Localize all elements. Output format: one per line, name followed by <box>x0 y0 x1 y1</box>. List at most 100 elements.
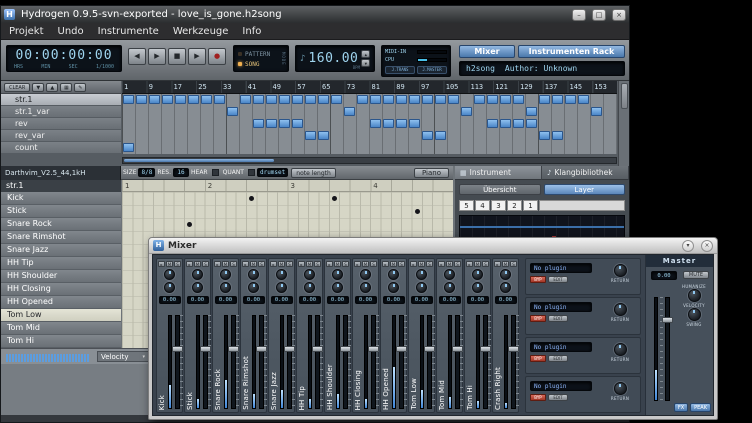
fx-name-display[interactable]: No plugin <box>530 263 592 273</box>
menu-undo[interactable]: Undo <box>58 26 84 37</box>
channel-fader-handle[interactable] <box>368 346 379 352</box>
solo-button[interactable]: S <box>314 261 321 267</box>
channel-fader-handle[interactable] <box>200 346 211 352</box>
pattern-list-item[interactable]: rev_var <box>1 130 121 142</box>
mute-button[interactable]: M <box>446 261 453 267</box>
maximize-icon[interactable]: □ <box>592 9 606 21</box>
master-fader-handle[interactable] <box>662 317 673 323</box>
pattern-down-icon[interactable]: ▼ <box>32 83 44 92</box>
pan-knob[interactable] <box>416 269 427 280</box>
solo-button[interactable]: S <box>202 261 209 267</box>
solo-button[interactable]: S <box>230 261 237 267</box>
song-pattern-cell[interactable] <box>123 143 134 152</box>
song-pattern-cell[interactable] <box>539 131 550 140</box>
song-pattern-cell[interactable] <box>253 119 264 128</box>
note-dot[interactable] <box>249 196 254 201</box>
song-grid[interactable] <box>122 94 617 154</box>
fx-return-knob[interactable] <box>614 303 627 316</box>
song-pattern-cell[interactable] <box>149 95 160 104</box>
master-mute-button[interactable]: MUTE <box>683 271 709 279</box>
channel-fader[interactable] <box>399 315 404 409</box>
velocity-bar[interactable] <box>57 354 59 362</box>
layer-cell[interactable]: 4 <box>475 200 490 211</box>
resolution-selector[interactable]: 16 <box>173 168 189 177</box>
bpm-up-icon[interactable]: ▲ <box>361 50 370 58</box>
song-pattern-cell[interactable] <box>370 95 381 104</box>
solo-button[interactable]: S <box>286 261 293 267</box>
velocity-bar[interactable] <box>36 354 38 362</box>
song-pattern-cell[interactable] <box>461 107 472 116</box>
fx-send-knob[interactable] <box>500 282 511 293</box>
layer-cell-empty[interactable] <box>539 200 625 211</box>
menu-projekt[interactable]: Projekt <box>9 26 44 37</box>
song-pattern-cell[interactable] <box>136 95 147 104</box>
mute-button[interactable]: M <box>194 261 201 267</box>
tab-instrument[interactable]: ▦ Instrument <box>455 166 542 180</box>
draw-mode-icon[interactable]: ✎ <box>74 83 86 92</box>
song-pattern-cell[interactable] <box>201 95 212 104</box>
song-pattern-cell[interactable] <box>383 95 394 104</box>
minimize-icon[interactable]: – <box>572 9 586 21</box>
instrument-row[interactable]: Tom Mid <box>1 322 121 335</box>
song-pattern-cell[interactable] <box>331 95 342 104</box>
velocity-bar[interactable] <box>9 354 11 362</box>
pan-knob[interactable] <box>220 269 231 280</box>
velocity-bar[interactable] <box>84 354 86 362</box>
velocity-bar[interactable] <box>24 354 26 362</box>
pan-knob[interactable] <box>444 269 455 280</box>
mute-button[interactable]: M <box>250 261 257 267</box>
mute-button[interactable]: M <box>278 261 285 267</box>
channel-fader-handle[interactable] <box>480 346 491 352</box>
master-fader[interactable] <box>665 297 670 401</box>
song-pattern-cell[interactable] <box>383 119 394 128</box>
song-pattern-cell[interactable] <box>552 95 563 104</box>
piano-toggle-button[interactable]: Piano <box>414 168 449 178</box>
song-pattern-cell[interactable] <box>539 95 550 104</box>
velocity-bar[interactable] <box>60 354 62 362</box>
channel-fader-handle[interactable] <box>424 346 435 352</box>
fx-send-knob[interactable] <box>388 282 399 293</box>
fx-return-knob[interactable] <box>614 343 627 356</box>
song-pattern-cell[interactable] <box>279 119 290 128</box>
pan-knob[interactable] <box>332 269 343 280</box>
forward-icon[interactable]: ▶ <box>188 48 206 65</box>
channel-fader[interactable] <box>455 315 460 409</box>
song-pattern-cell[interactable] <box>318 131 329 140</box>
scrollbar-handle[interactable] <box>124 159 274 162</box>
shade-icon[interactable]: ▾ <box>682 240 694 252</box>
song-pattern-cell[interactable] <box>318 95 329 104</box>
velocity-bar[interactable] <box>48 354 50 362</box>
play-sample-icon[interactable]: ▸ <box>382 261 389 267</box>
channel-fader[interactable] <box>175 315 180 409</box>
velocity-bar[interactable] <box>12 354 14 362</box>
close-icon[interactable]: × <box>612 9 626 21</box>
channel-fader[interactable] <box>483 315 488 409</box>
solo-button[interactable]: S <box>174 261 181 267</box>
play-sample-icon[interactable]: ▸ <box>270 261 277 267</box>
size-selector[interactable]: 8/8 <box>138 168 155 177</box>
channel-fader-handle[interactable] <box>284 346 295 352</box>
instrument-row[interactable]: Snare Rimshot <box>1 231 121 244</box>
song-pattern-cell[interactable] <box>409 95 420 104</box>
channel-fader[interactable] <box>203 315 208 409</box>
fx-bypass-button[interactable]: BYP <box>530 394 546 401</box>
channel-fader[interactable] <box>259 315 264 409</box>
pan-knob[interactable] <box>276 269 287 280</box>
song-pattern-cell[interactable] <box>513 119 524 128</box>
fx-send-knob[interactable] <box>444 282 455 293</box>
pan-knob[interactable] <box>304 269 315 280</box>
song-grid-row[interactable] <box>122 106 617 118</box>
song-pattern-cell[interactable] <box>162 95 173 104</box>
property-selector[interactable]: Velocity ▾ <box>97 351 149 362</box>
fx-send-knob[interactable] <box>304 282 315 293</box>
song-pattern-cell[interactable] <box>357 95 368 104</box>
song-pattern-cell[interactable] <box>500 119 511 128</box>
song-pattern-cell[interactable] <box>526 119 537 128</box>
fx-return-knob[interactable] <box>614 382 627 395</box>
song-pattern-cell[interactable] <box>396 95 407 104</box>
layer-cell[interactable]: 2 <box>507 200 522 211</box>
pan-knob[interactable] <box>360 269 371 280</box>
song-pattern-cell[interactable] <box>435 131 446 140</box>
solo-button[interactable]: S <box>482 261 489 267</box>
mute-button[interactable]: M <box>474 261 481 267</box>
